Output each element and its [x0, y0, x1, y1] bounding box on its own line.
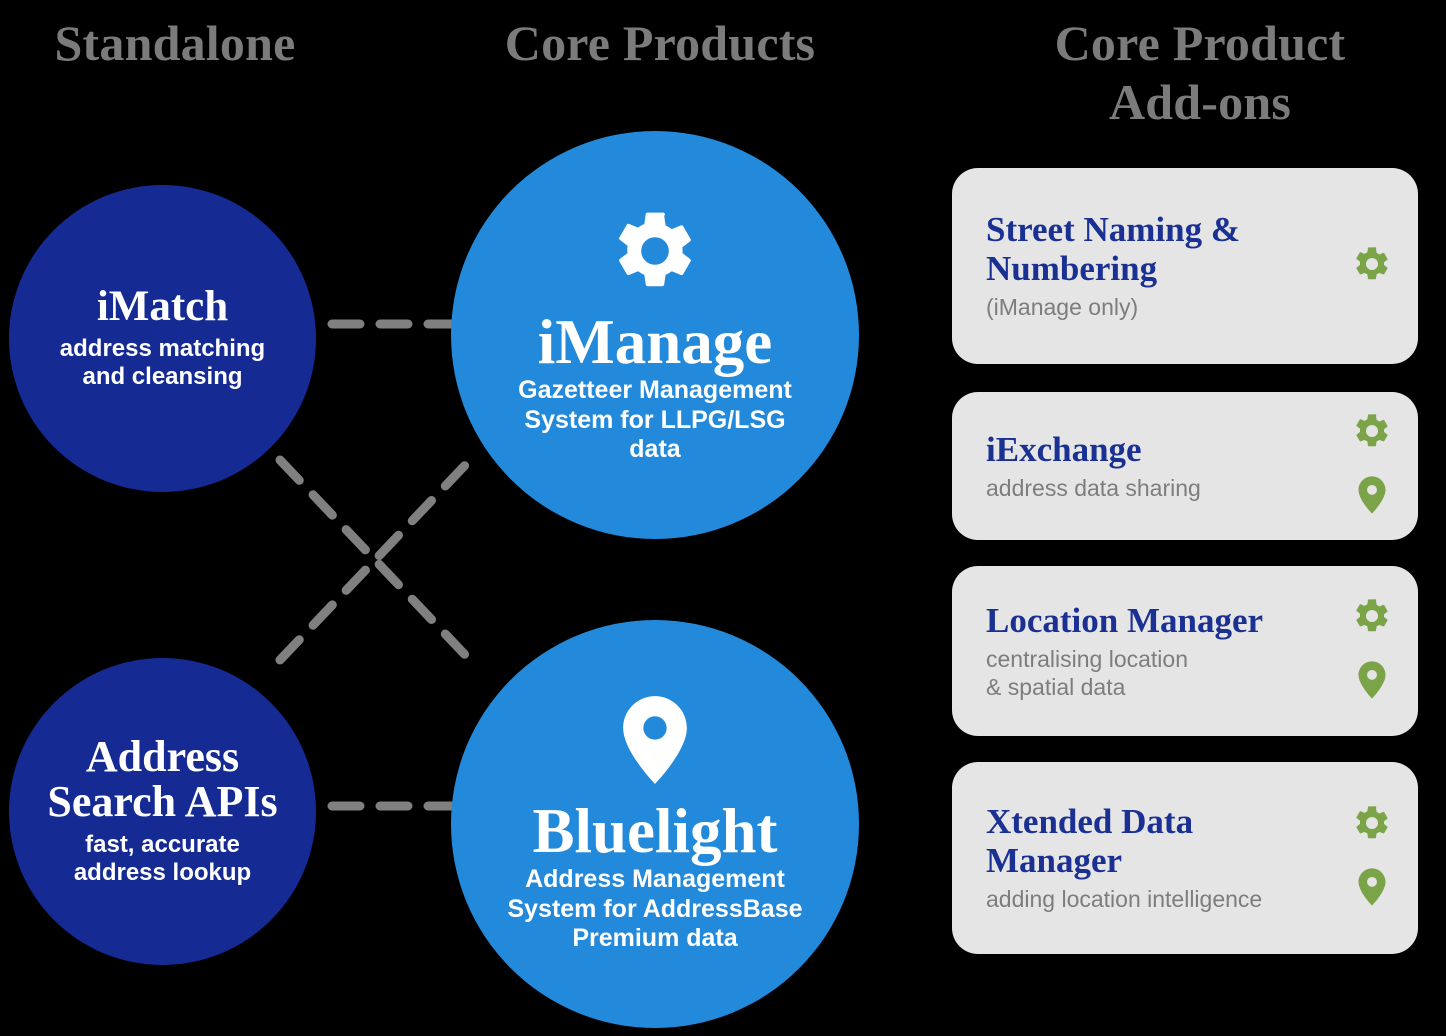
column-heading-standalone: Standalone [54, 15, 296, 71]
location-pin-icon [1354, 866, 1390, 913]
addon-card-iexchange[interactable]: iExchange address data sharing [952, 392, 1418, 540]
addon-card-xtended-data-manager[interactable]: Xtended Data Manager adding location int… [952, 762, 1418, 954]
product-circle-imanage[interactable]: iManage Gazetteer Management System for … [451, 131, 859, 539]
gear-icon [1352, 411, 1392, 456]
connector-imatch-bluelight [275, 455, 475, 665]
addon-subtitle: address data sharing [986, 474, 1201, 501]
addon-title: iExchange [986, 429, 1142, 469]
column-heading-core-products: Core Products [504, 15, 816, 71]
gear-icon [609, 205, 701, 302]
product-circle-imatch[interactable]: iMatch address matching and cleansing [9, 185, 316, 492]
product-description-address-search-apis: fast, accurate address lookup [73, 831, 252, 887]
addon-text-block: iExchange address data sharing [986, 430, 1338, 503]
addon-title: Street Naming & Numbering [986, 210, 1241, 289]
addon-card-street-naming-and-numbering[interactable]: Street Naming & Numbering (iManage only) [952, 168, 1418, 364]
product-name-imatch: iMatch [96, 283, 229, 331]
addon-card-location-manager[interactable]: Location Manager centralising location &… [952, 566, 1418, 736]
addon-text-block: Xtended Data Manager adding location int… [986, 802, 1338, 914]
location-pin-icon [1354, 659, 1390, 706]
product-circle-address-search-apis[interactable]: Address Search APIs fast, accurate addre… [9, 658, 316, 965]
gear-icon [1352, 596, 1392, 641]
product-name-address-search-apis: Address Search APIs [47, 732, 278, 827]
connector-apis-imanage [275, 455, 475, 665]
product-description-bluelight: Address Management System for AddressBas… [507, 865, 803, 953]
column-heading-core-product-addons: Core Product Add-ons [1054, 15, 1346, 130]
product-description-imatch: address matching and cleansing [59, 335, 266, 391]
addon-text-block: Location Manager centralising location &… [986, 601, 1338, 701]
addon-subtitle: adding location intelligence [986, 886, 1263, 913]
product-circle-bluelight[interactable]: Bluelight Address Management System for … [451, 620, 859, 1028]
addon-text-block: Street Naming & Numbering (iManage only) [986, 210, 1338, 322]
addon-title: Location Manager [986, 600, 1264, 640]
gear-icon [1352, 803, 1392, 848]
product-name-imanage: iManage [537, 307, 773, 378]
product-name-bluelight: Bluelight [532, 796, 778, 867]
gear-icon [1352, 244, 1392, 289]
addon-icon-group [1352, 244, 1392, 289]
location-pin-icon [612, 694, 698, 791]
addon-subtitle: centralising location & spatial data [986, 646, 1189, 700]
addon-icon-group [1352, 411, 1392, 521]
addon-icon-group [1352, 803, 1392, 913]
product-description-imanage: Gazetteer Management System for LLPG/LSG… [518, 376, 792, 464]
addon-icon-group [1352, 596, 1392, 706]
location-pin-icon [1354, 474, 1390, 521]
addon-title: Xtended Data Manager [986, 802, 1194, 881]
addon-subtitle: (iManage only) [986, 294, 1139, 321]
product-architecture-diagram: Standalone Core Products Core Product Ad… [0, 0, 1446, 1036]
